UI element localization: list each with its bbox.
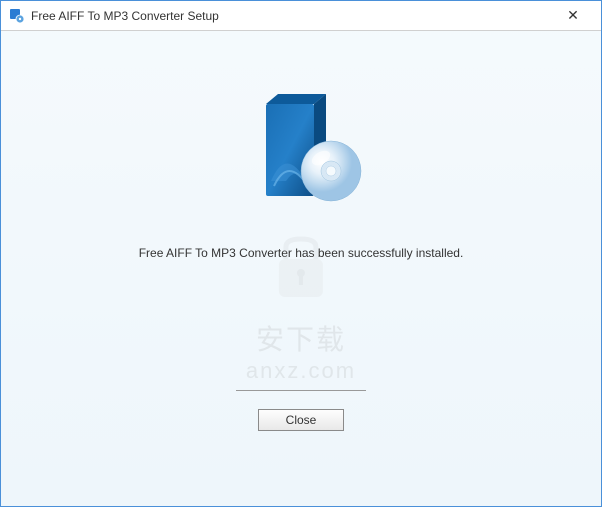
watermark-domain: anxz.com	[246, 358, 356, 384]
watermark-cn: 安下载	[246, 318, 356, 358]
app-icon	[9, 8, 25, 24]
close-installer-button[interactable]: Close	[258, 409, 344, 431]
disc-icon	[301, 141, 361, 201]
content-area: Free AIFF To MP3 Converter has been succ…	[1, 31, 601, 506]
installer-window: Free AIFF To MP3 Converter Setup ✕	[0, 0, 602, 507]
success-message: Free AIFF To MP3 Converter has been succ…	[139, 246, 464, 260]
window-title: Free AIFF To MP3 Converter Setup	[31, 9, 553, 23]
close-button[interactable]: ✕	[553, 2, 593, 30]
titlebar: Free AIFF To MP3 Converter Setup ✕	[1, 1, 601, 31]
product-graphic	[236, 86, 366, 216]
divider	[236, 390, 366, 391]
close-icon: ✕	[567, 7, 579, 24]
